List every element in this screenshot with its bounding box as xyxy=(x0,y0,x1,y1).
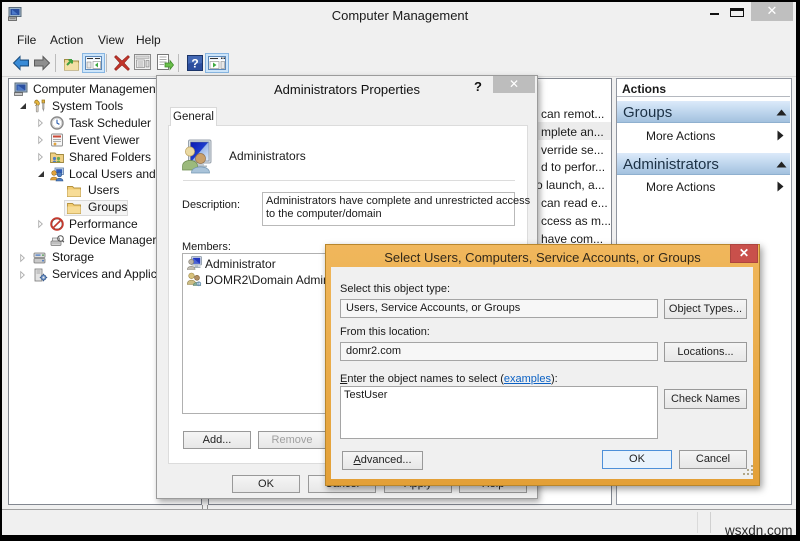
svg-text:?: ? xyxy=(191,57,198,71)
